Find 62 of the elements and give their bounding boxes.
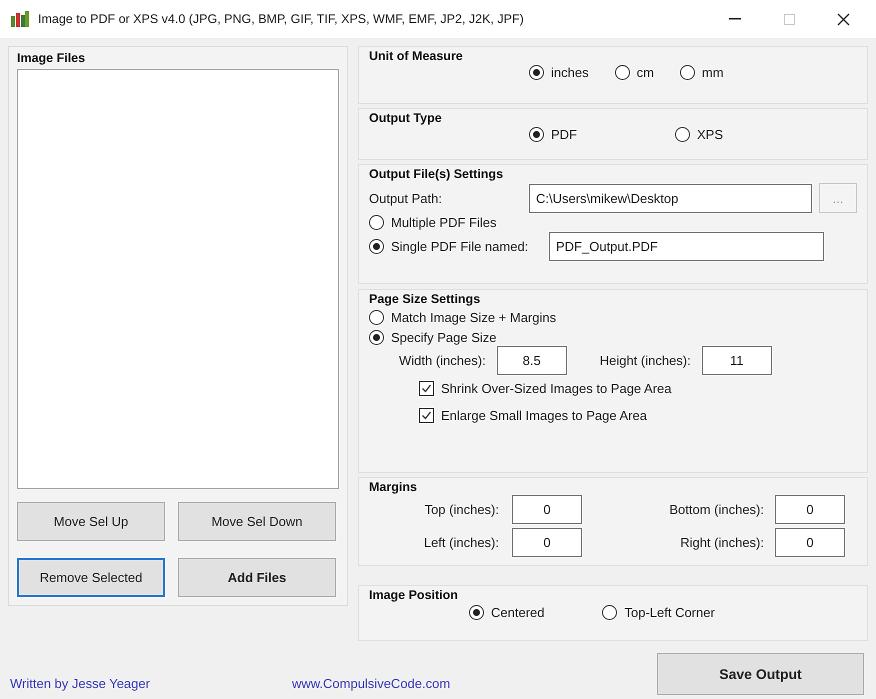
save-output-button[interactable]: Save Output xyxy=(657,653,864,695)
radio-button[interactable] xyxy=(602,605,618,620)
option-label[interactable]: Enlarge Small Images to Page Area xyxy=(441,408,647,423)
option-label[interactable]: inches xyxy=(551,65,589,80)
checkbox[interactable] xyxy=(419,408,434,423)
radio-button[interactable] xyxy=(469,605,484,620)
margin-field[interactable]: 0 xyxy=(512,528,582,557)
checkbox[interactable] xyxy=(419,381,434,396)
group-title: Image Position xyxy=(369,588,458,602)
width-field[interactable]: 8.5 xyxy=(496,346,567,375)
field-label: Output Path: xyxy=(369,190,443,206)
minimize-icon xyxy=(729,18,741,20)
app-icon xyxy=(10,10,30,28)
field-label: Width (inches): xyxy=(399,353,486,368)
field-label: Height (inches): xyxy=(600,353,691,368)
checkmark-icon xyxy=(421,410,432,421)
field-label: Right (inches): xyxy=(679,535,764,550)
option-label[interactable]: Centered xyxy=(491,605,544,620)
group-title: Unit of Measure xyxy=(369,49,463,63)
option-label[interactable]: PDF xyxy=(551,127,577,142)
group-title: Page Size Settings xyxy=(369,292,480,306)
file-name-field[interactable]: PDF_Output.PDF xyxy=(549,232,824,261)
option-label[interactable]: Match Image Size + Margins xyxy=(391,310,556,325)
field-label: Left (inches): xyxy=(422,535,499,550)
window-title: Image to PDF or XPS v4.0 (JPG, PNG, BMP, GIF, TIF, XPS, WMF, EMF, JP2, J2K, JPF) xyxy=(38,12,525,26)
option-label[interactable]: Shrink Over-Sized Images to Page Area xyxy=(441,381,672,396)
radio-button[interactable] xyxy=(529,65,544,80)
radio-button[interactable] xyxy=(529,127,544,142)
radio-button[interactable] xyxy=(614,65,630,80)
action-button[interactable]: Move Sel Up xyxy=(17,502,165,541)
group-title: Output File(s) Settings xyxy=(369,167,504,181)
group-title: Output Type xyxy=(369,111,442,125)
radio-button[interactable] xyxy=(369,330,384,345)
field-label: Top (inches): xyxy=(424,502,499,517)
output-path-field[interactable]: C:\Users\mikew\Desktop xyxy=(529,184,812,212)
option-label[interactable]: mm xyxy=(702,65,724,80)
option-label[interactable]: Specify Page Size xyxy=(391,330,497,345)
close-icon xyxy=(836,12,850,26)
option-label[interactable]: XPS xyxy=(697,127,724,142)
radio-button[interactable] xyxy=(369,239,384,254)
radio-button[interactable] xyxy=(680,65,695,80)
action-button[interactable]: Remove Selected xyxy=(17,558,165,597)
checkmark-icon xyxy=(421,383,432,394)
margin-field[interactable]: 0 xyxy=(775,528,845,557)
field-label: Bottom (inches): xyxy=(668,502,764,517)
maximize-icon xyxy=(784,14,794,24)
option-label[interactable]: Multiple PDF Files xyxy=(391,215,496,230)
option-label[interactable]: cm xyxy=(636,65,654,80)
margin-field[interactable]: 0 xyxy=(512,495,582,524)
website-link[interactable]: www.CompulsiveCode.com xyxy=(292,676,450,691)
group-title: Margins xyxy=(369,480,417,494)
margin-field[interactable]: 0 xyxy=(775,495,845,524)
option-label[interactable]: Single PDF File named: xyxy=(391,239,528,254)
option-label[interactable]: Top-Left Corner xyxy=(624,605,715,620)
radio-button[interactable] xyxy=(369,310,384,325)
radio-button[interactable] xyxy=(369,215,384,230)
height-field[interactable]: 11 xyxy=(702,346,772,375)
author-link[interactable]: Written by Jesse Yeager xyxy=(10,676,150,691)
action-button[interactable]: Move Sel Down xyxy=(178,502,336,541)
radio-button[interactable] xyxy=(675,127,690,142)
group-title: Image Files xyxy=(17,51,86,65)
action-button[interactable]: Add Files xyxy=(178,558,336,597)
